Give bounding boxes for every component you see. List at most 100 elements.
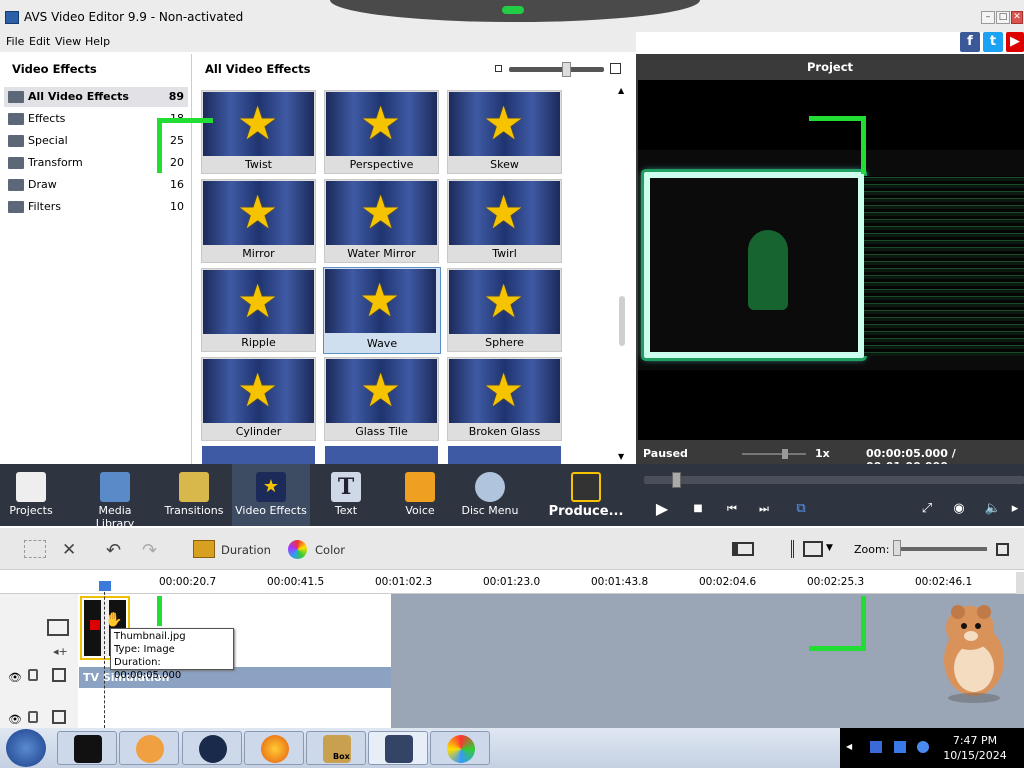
menu-edit[interactable]: Edit bbox=[29, 35, 50, 48]
audio-mixer-icon[interactable] bbox=[770, 540, 794, 558]
twitter-icon[interactable]: t bbox=[983, 32, 1003, 52]
fullscreen-icon[interactable]: ⤢ bbox=[917, 500, 937, 518]
effect-tile-sphere[interactable]: ★ Sphere bbox=[447, 268, 562, 352]
next-frame-icon[interactable]: ⏭ bbox=[754, 500, 774, 518]
eye-icon[interactable]: 👁 bbox=[8, 713, 22, 726]
large-thumbnails-icon[interactable] bbox=[610, 63, 621, 74]
color-button[interactable]: Color bbox=[315, 543, 345, 563]
split-clip-icon[interactable] bbox=[24, 540, 46, 558]
speed-slider[interactable] bbox=[742, 449, 806, 459]
network-icon[interactable] bbox=[870, 741, 882, 753]
facebook-icon[interactable]: f bbox=[960, 32, 980, 52]
menu-view[interactable]: View bbox=[55, 35, 81, 48]
effect-tile-partial[interactable] bbox=[202, 446, 315, 464]
effect-tile-ripple[interactable]: ★ Ripple bbox=[201, 268, 316, 352]
category-filters[interactable]: Filters 10 bbox=[4, 197, 188, 217]
effect-tile-cylinder[interactable]: ★ Cylinder bbox=[201, 357, 316, 441]
star-icon: ★ bbox=[483, 363, 525, 417]
zoom-knob[interactable] bbox=[893, 540, 901, 556]
fit-to-window-icon[interactable] bbox=[996, 543, 1009, 556]
storyboard-icon[interactable] bbox=[732, 542, 754, 556]
corner-marker bbox=[861, 596, 866, 651]
effect-tile-wave[interactable]: ★ Wave bbox=[323, 267, 441, 354]
text-button[interactable]: T Text bbox=[314, 464, 378, 526]
seek-bar[interactable] bbox=[644, 472, 1024, 488]
speed-knob[interactable] bbox=[782, 449, 788, 459]
start-button[interactable] bbox=[6, 729, 46, 767]
lock-icon[interactable] bbox=[28, 711, 38, 723]
disc-menu-button[interactable]: Disc Menu bbox=[456, 464, 524, 526]
split-icon[interactable]: ⧉ bbox=[791, 500, 811, 518]
lock-icon[interactable] bbox=[28, 669, 38, 681]
taskbar-app[interactable] bbox=[244, 731, 304, 765]
effect-tile-broken-glass[interactable]: ★ Broken Glass bbox=[447, 357, 562, 441]
ruler-scroll[interactable] bbox=[1016, 572, 1024, 594]
scroll-down-icon[interactable]: ▼ bbox=[618, 452, 624, 461]
transitions-button[interactable]: Transitions bbox=[160, 464, 228, 526]
menu-file[interactable]: File bbox=[6, 35, 24, 48]
snapshot-icon[interactable]: ◉ bbox=[949, 500, 969, 518]
youtube-icon[interactable]: ▶ bbox=[1006, 32, 1024, 52]
category-all-video-effects[interactable]: All Video Effects 89 bbox=[4, 87, 188, 107]
projects-button[interactable]: Projects bbox=[0, 464, 62, 526]
media-library-button[interactable]: Media Library bbox=[78, 464, 152, 530]
tray-expand-icon[interactable]: ◀ bbox=[846, 742, 852, 751]
slider-knob[interactable] bbox=[562, 62, 571, 77]
zoom-slider[interactable] bbox=[894, 547, 987, 551]
color-wheel-icon[interactable] bbox=[288, 540, 307, 559]
monitor-icon[interactable] bbox=[803, 541, 823, 557]
duration-icon[interactable] bbox=[193, 540, 215, 558]
effect-tile-partial[interactable] bbox=[325, 446, 438, 464]
category-draw[interactable]: Draw 16 bbox=[4, 175, 188, 195]
playhead-marker[interactable] bbox=[99, 581, 111, 591]
menu-help[interactable]: Help bbox=[85, 35, 110, 48]
small-thumbnails-icon[interactable] bbox=[495, 65, 502, 72]
scroll-thumb[interactable] bbox=[619, 296, 625, 346]
previous-frame-icon[interactable]: ⏮ bbox=[722, 500, 742, 518]
volume-icon[interactable]: 🔈 bbox=[983, 500, 1003, 518]
effect-tile-twirl[interactable]: ★ Twirl bbox=[447, 179, 562, 263]
effect-tile-glass-tile[interactable]: ★ Glass Tile bbox=[324, 357, 439, 441]
status-light-icon bbox=[502, 6, 524, 14]
undo-button[interactable]: ↶ bbox=[106, 540, 121, 561]
seek-handle[interactable] bbox=[672, 472, 681, 488]
effect-tile-twist[interactable]: ★ Twist bbox=[201, 90, 316, 174]
effect-tile-water-mirror[interactable]: ★ Water Mirror bbox=[324, 179, 439, 263]
ruler-tick-label: 00:00:20.7 bbox=[159, 576, 217, 588]
effect-tile-partial[interactable] bbox=[448, 446, 561, 464]
chevron-down-icon[interactable]: ▼ bbox=[826, 543, 833, 553]
overlay-track[interactable] bbox=[79, 688, 391, 728]
more-options-icon[interactable]: ▸ bbox=[1008, 500, 1022, 518]
effect-tile-mirror[interactable]: ★ Mirror bbox=[201, 179, 316, 263]
monitor-tray-icon[interactable] bbox=[894, 741, 906, 753]
voice-button[interactable]: Voice bbox=[388, 464, 452, 526]
playhead-line[interactable] bbox=[104, 582, 105, 728]
taskbar-app[interactable] bbox=[430, 731, 490, 765]
play-icon[interactable]: ▶ bbox=[652, 500, 672, 518]
stop-icon[interactable]: ■ bbox=[688, 500, 708, 518]
scroll-up-icon[interactable]: ▲ bbox=[618, 86, 624, 95]
duration-button[interactable]: Duration bbox=[221, 543, 271, 563]
volume-tray-icon[interactable] bbox=[917, 741, 929, 753]
taskbar-app-avs[interactable] bbox=[368, 731, 428, 765]
minimize-button[interactable]: – bbox=[981, 11, 995, 24]
star-icon: ★ bbox=[483, 96, 525, 150]
thumbnail-size-slider[interactable] bbox=[509, 67, 604, 72]
redo-button[interactable]: ↷ bbox=[142, 540, 157, 561]
effect-tile-perspective[interactable]: ★ Perspective bbox=[324, 90, 439, 174]
taskbar-app[interactable] bbox=[182, 731, 242, 765]
delete-button[interactable]: ✕ bbox=[62, 540, 76, 560]
video-effects-button[interactable]: ★ Video Effects bbox=[232, 464, 310, 526]
zoom-label: Zoom: bbox=[854, 543, 890, 556]
effect-tile-skew[interactable]: ★ Skew bbox=[447, 90, 562, 174]
eye-icon[interactable]: 👁 bbox=[8, 671, 22, 684]
maximize-button[interactable]: □ bbox=[996, 11, 1010, 24]
taskbar-app[interactable] bbox=[57, 731, 117, 765]
produce-button[interactable]: Produce... bbox=[548, 464, 624, 526]
effects-scrollbar[interactable] bbox=[617, 84, 627, 464]
close-button[interactable]: ✕ bbox=[1011, 11, 1023, 24]
audio-add-icon[interactable]: ◂+ bbox=[53, 645, 68, 658]
clock[interactable]: 7:47 PM 10/15/2024 bbox=[930, 733, 1020, 763]
taskbar-app[interactable] bbox=[119, 731, 179, 765]
taskbar-app-box[interactable]: Box bbox=[306, 731, 366, 765]
